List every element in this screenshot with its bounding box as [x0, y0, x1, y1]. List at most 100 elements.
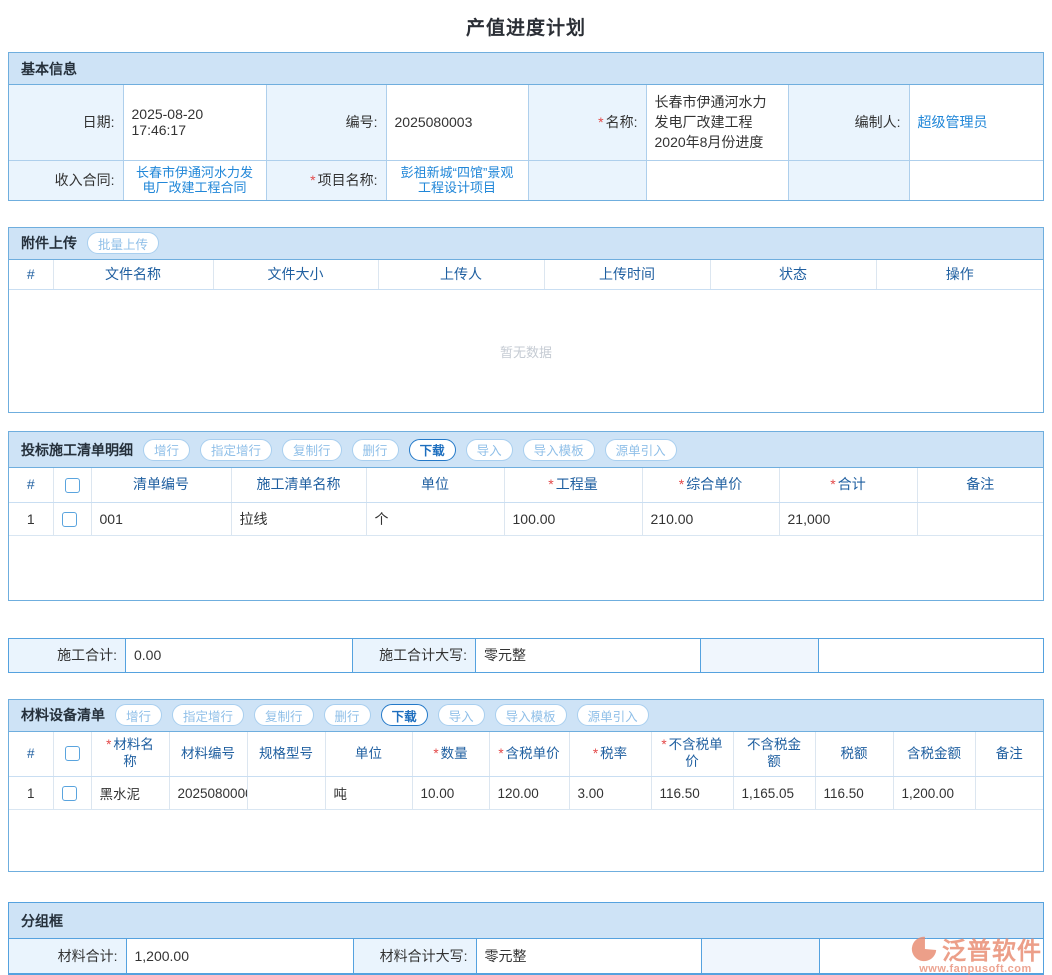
row-select-cell — [53, 777, 91, 810]
total-cell[interactable]: 21,000 — [779, 502, 917, 535]
bid-list-section: 投标施工清单明细 增行 指定增行 复制行 删行 下载 导入 导入模板 源单引入 … — [8, 431, 1044, 601]
import-button[interactable]: 导入 — [438, 704, 485, 726]
material-total-label: 材料合计: — [9, 939, 126, 973]
row-index: 1 — [9, 502, 53, 535]
amount-with-tax-cell[interactable]: 1,200.00 — [893, 777, 975, 810]
list-code-cell[interactable]: 001 — [91, 502, 231, 535]
col-tax-amount: 税额 — [815, 732, 893, 777]
required-mark: * — [598, 114, 603, 130]
price-with-tax-cell[interactable]: 120.00 — [489, 777, 569, 810]
spec-model-cell[interactable] — [247, 777, 325, 810]
material-list-header: 材料设备清单 增行 指定增行 复制行 删行 下载 导入 导入模板 源单引入 — [9, 700, 1043, 732]
required-mark: * — [661, 737, 666, 752]
name-label-cell: *名称: — [528, 85, 646, 160]
attachments-title: 附件上传 — [21, 233, 77, 253]
add-row-button[interactable]: 增行 — [143, 439, 190, 461]
attachments-header: 附件上传 批量上传 — [9, 228, 1043, 260]
table-row: 1 黑水泥 2025080000 吨 10.00 120.00 3.00 116… — [9, 777, 1043, 810]
copy-row-button[interactable]: 复制行 — [282, 439, 342, 461]
col-unit: 单位 — [366, 468, 504, 502]
download-button[interactable]: 下载 — [409, 439, 456, 461]
col-file-name: 文件名称 — [53, 260, 213, 290]
insert-row-button[interactable]: 指定增行 — [172, 704, 244, 726]
col-unit: 单位 — [325, 732, 412, 777]
import-button[interactable]: 导入 — [466, 439, 513, 461]
col-index: # — [9, 468, 53, 502]
col-total: *合计 — [779, 468, 917, 502]
required-mark: * — [310, 172, 315, 188]
col-upload-time: 上传时间 — [544, 260, 710, 290]
date-value[interactable]: 2025-08-20 17:46:17 — [123, 85, 266, 160]
copy-row-button[interactable]: 复制行 — [254, 704, 314, 726]
col-quantity: *工程量 — [504, 468, 642, 502]
import-template-button[interactable]: 导入模板 — [523, 439, 595, 461]
unit-cell[interactable]: 个 — [366, 502, 504, 535]
material-list-table: # *材料名称 材料编号 规格型号 单位 *数量 *含税单价 *税率 *不含税单… — [9, 732, 1043, 811]
page-title: 产值进度计划 — [0, 0, 1052, 52]
group-box-header: 分组框 — [9, 903, 1043, 939]
bid-list-table: # 清单编号 施工清单名称 单位 *工程量 *综合单价 *合计 备注 1 001… — [9, 468, 1043, 536]
income-contract-value-link[interactable]: 长春市伊通河水力发电厂改建工程合同 — [123, 160, 266, 200]
material-code-link[interactable]: 2025080000 — [169, 777, 247, 810]
price-without-tax-cell[interactable]: 116.50 — [651, 777, 733, 810]
select-all-checkbox[interactable] — [65, 478, 80, 493]
row-select-cell — [53, 502, 91, 535]
insert-row-button[interactable]: 指定增行 — [200, 439, 272, 461]
construction-total-caps-label: 施工合计大写: — [353, 638, 476, 672]
group-box-section: 分组框 材料合计: 1,200.00 材料合计大写: 零元整 — [8, 902, 1044, 975]
material-name-cell[interactable]: 黑水泥 — [91, 777, 169, 810]
col-note: 备注 — [917, 468, 1043, 502]
compiler-value-link[interactable]: 超级管理员 — [909, 85, 1043, 160]
add-row-button[interactable]: 增行 — [115, 704, 162, 726]
required-mark: * — [106, 737, 111, 752]
source-import-button[interactable]: 源单引入 — [577, 704, 649, 726]
basic-info-title: 基本信息 — [21, 59, 77, 79]
table-row: 1 001 拉线 个 100.00 210.00 21,000 — [9, 502, 1043, 535]
date-label-cell: 日期: — [9, 85, 123, 160]
list-name-cell[interactable]: 拉线 — [231, 502, 366, 535]
bid-list-title: 投标施工清单明细 — [21, 440, 133, 460]
construction-total-bar: 施工合计: 0.00 施工合计大写: 零元整 — [8, 638, 1044, 673]
download-button[interactable]: 下载 — [381, 704, 428, 726]
basic-info-table: 日期: 2025-08-20 17:46:17 编号: 2025080003 *… — [9, 85, 1043, 200]
col-list-code: 清单编号 — [91, 468, 231, 502]
note-cell[interactable] — [917, 502, 1043, 535]
col-material-name: *材料名称 — [91, 732, 169, 777]
col-unit-price: *综合单价 — [642, 468, 779, 502]
import-template-button[interactable]: 导入模板 — [495, 704, 567, 726]
name-value[interactable]: 长春市伊通河水力发电厂改建工程2020年8月份进度 — [646, 85, 788, 160]
amount-without-tax-cell[interactable]: 1,165.05 — [733, 777, 815, 810]
col-index: # — [9, 732, 53, 777]
select-all-cell — [53, 732, 91, 777]
delete-row-button[interactable]: 删行 — [324, 704, 371, 726]
note-cell[interactable] — [975, 777, 1043, 810]
row-checkbox[interactable] — [62, 512, 77, 527]
required-mark: * — [593, 746, 598, 761]
row-checkbox[interactable] — [62, 786, 77, 801]
source-import-button[interactable]: 源单引入 — [605, 439, 677, 461]
col-material-code: 材料编号 — [169, 732, 247, 777]
delete-row-button[interactable]: 删行 — [352, 439, 399, 461]
construction-total-caps-value: 零元整 — [476, 638, 701, 672]
col-amount-without-tax: 不含税金额 — [733, 732, 815, 777]
quantity-cell[interactable]: 100.00 — [504, 502, 642, 535]
quantity-cell[interactable]: 10.00 — [412, 777, 489, 810]
material-total-caps-label: 材料合计大写: — [353, 939, 476, 973]
required-mark: * — [433, 746, 438, 761]
select-all-cell — [53, 468, 91, 502]
unit-price-cell[interactable]: 210.00 — [642, 502, 779, 535]
group-box-title: 分组框 — [21, 911, 63, 931]
number-value[interactable]: 2025080003 — [386, 85, 528, 160]
blank-label-cell — [701, 638, 819, 672]
unit-cell[interactable]: 吨 — [325, 777, 412, 810]
empty-label-cell — [788, 160, 909, 200]
project-name-value-link[interactable]: 彭祖新城“四馆”景观工程设计项目 — [386, 160, 528, 200]
batch-upload-button[interactable]: 批量上传 — [87, 232, 159, 254]
tax-rate-cell[interactable]: 3.00 — [569, 777, 651, 810]
col-quantity: *数量 — [412, 732, 489, 777]
material-total-caps-value: 零元整 — [476, 939, 701, 973]
select-all-checkbox[interactable] — [65, 746, 80, 761]
col-price-with-tax: *含税单价 — [489, 732, 569, 777]
tax-amount-cell[interactable]: 116.50 — [815, 777, 893, 810]
bid-list-empty-area — [9, 536, 1043, 600]
